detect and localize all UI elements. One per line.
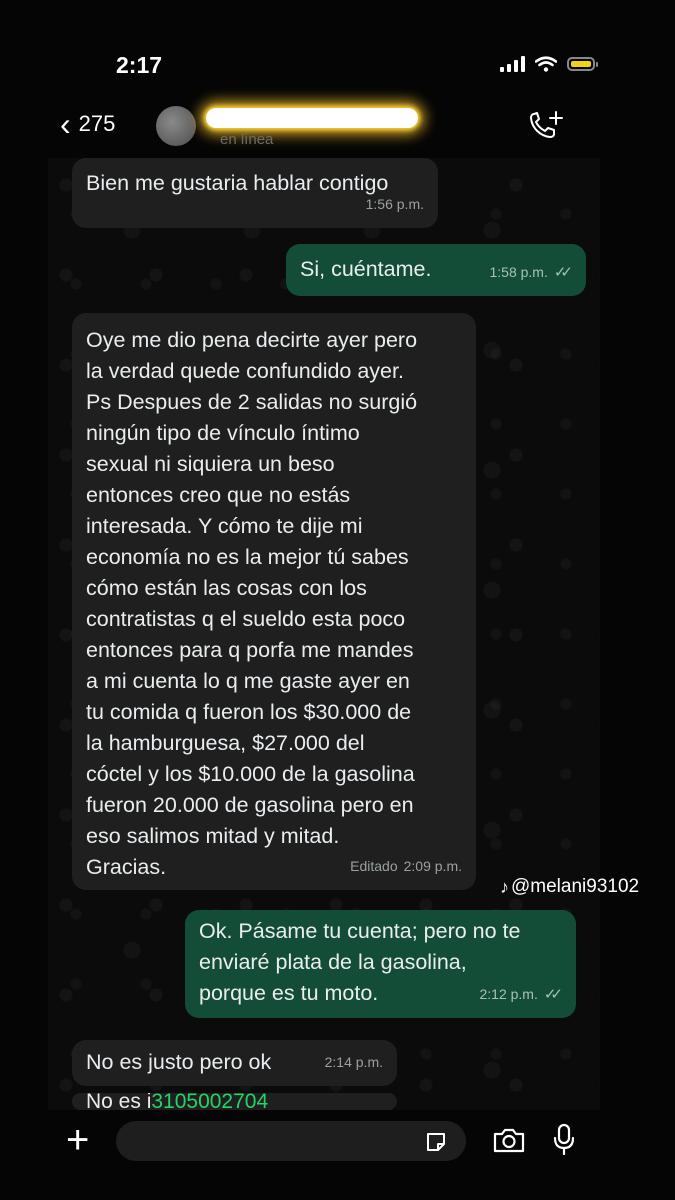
message-text: No es justo pero ok	[86, 1050, 272, 1074]
phone-number-link[interactable]: 3105002704	[151, 1093, 268, 1110]
chevron-left-icon: ‹	[60, 106, 71, 142]
message-time: 1:58 p.m.	[489, 264, 548, 280]
camera-icon[interactable]	[492, 1126, 526, 1154]
message-time: 2:14 p.m.	[324, 1054, 383, 1070]
double-check-icon: ✓✓	[543, 986, 563, 1003]
message-line: Ps Despues de 2 salidas no surgió	[86, 390, 418, 414]
contact-status: en línea	[220, 131, 274, 148]
message-line: enviaré plata de la gasolina,	[199, 950, 467, 974]
message-bubble-incoming[interactable]: Oye me dio pena decirte ayer pero la ver…	[72, 313, 476, 890]
status-time: 2:17	[116, 52, 163, 78]
message-line: cóctel y los $10.000 de la gasolina	[86, 762, 415, 786]
message-bubble-incoming-partial[interactable]: No es i3105002704	[72, 1093, 397, 1110]
battery-icon	[567, 57, 598, 71]
watermark-text: @melani93102	[511, 876, 640, 897]
message-line: la hamburguesa, $27.000 del	[86, 731, 365, 755]
message-line: economía no es la mejor tú sabes	[86, 545, 409, 569]
message-bubble-incoming[interactable]: No es justo pero ok 2:14 p.m.	[72, 1040, 397, 1086]
tiktok-icon: ♪	[500, 876, 509, 897]
message-time: 2:09 p.m.	[403, 858, 462, 874]
unread-count: 275	[78, 111, 116, 136]
message-line: eso salimos mitad y mitad.	[86, 824, 340, 848]
message-line: contratistas q el sueldo esta poco	[86, 607, 406, 631]
message-text-partial: No es i3105002704	[86, 1093, 383, 1110]
attach-plus-icon[interactable]: +	[66, 1120, 89, 1160]
sticker-icon[interactable]	[424, 1130, 448, 1154]
message-bubble-incoming[interactable]: Bien me gustaria hablar contigo 1:56 p.m…	[72, 158, 438, 228]
message-line: la verdad quede confundido ayer.	[86, 359, 404, 383]
message-line: tu comida q fueron los $30.000 de	[86, 700, 412, 724]
status-icons	[500, 56, 598, 72]
message-time: 2:12 p.m.	[479, 986, 538, 1002]
signal-icon	[500, 56, 525, 72]
message-line: a mi cuenta lo q me gaste ayer en	[86, 669, 410, 693]
message-line: fueron 20.000 de gasolina pero en	[86, 793, 414, 817]
double-check-icon: ✓✓	[553, 264, 573, 281]
message-line: entonces creo que no estás	[86, 483, 351, 507]
partial-text: No es i	[86, 1093, 152, 1110]
message-line: interesada. Y cómo te dije mi	[86, 514, 363, 538]
edited-label: Editado	[350, 858, 398, 874]
message-bubble-outgoing[interactable]: Ok. Pásame tu cuenta; pero no te enviaré…	[185, 910, 576, 1018]
message-line: Oye me dio pena decirte ayer pero	[86, 328, 418, 352]
message-line: cómo están las cosas con los	[86, 576, 367, 600]
message-line: ningún tipo de vínculo íntimo	[86, 421, 360, 445]
microphone-icon[interactable]	[552, 1123, 576, 1157]
message-time: 1:56 p.m.	[365, 196, 424, 212]
add-call-icon[interactable]	[528, 110, 564, 142]
wifi-icon	[535, 56, 557, 72]
avatar[interactable]	[156, 106, 196, 146]
contact-name-redacted[interactable]	[206, 108, 418, 128]
message-bubble-outgoing[interactable]: Si, cuéntame. 1:58 p.m. ✓✓	[286, 244, 586, 296]
back-button[interactable]: ‹ 275	[60, 106, 116, 142]
message-line: Ok. Pásame tu cuenta; pero no te	[199, 919, 521, 943]
message-line: sexual ni siquiera un beso	[86, 452, 335, 476]
message-input[interactable]	[116, 1121, 466, 1161]
message-line: entonces para q porfa me mandes	[86, 638, 414, 662]
tiktok-watermark: ♪ @melani93102	[500, 876, 639, 898]
